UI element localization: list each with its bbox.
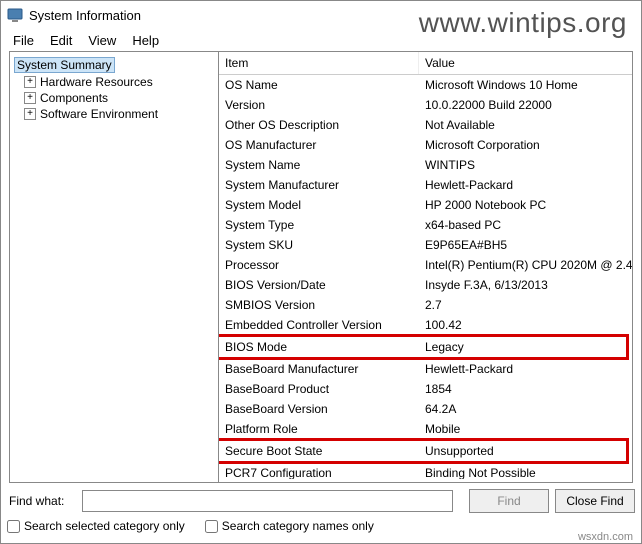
table-row[interactable]: System Typex64-based PC xyxy=(219,215,632,235)
table-row[interactable]: System ManufacturerHewlett-Packard xyxy=(219,175,632,195)
cell-item: Embedded Controller Version xyxy=(219,317,419,333)
cell-item: Platform Role xyxy=(219,421,419,437)
tree-item-hardware[interactable]: +Hardware Resources xyxy=(22,74,216,90)
cell-item: BIOS Mode xyxy=(219,339,419,355)
menu-edit[interactable]: Edit xyxy=(42,31,80,50)
cell-value: Unsupported xyxy=(419,443,620,459)
tree-root-label: System Summary xyxy=(14,57,115,73)
checkbox-names[interactable] xyxy=(205,520,218,533)
col-header-item[interactable]: Item xyxy=(219,52,419,74)
cell-item: BaseBoard Manufacturer xyxy=(219,361,419,377)
table-row[interactable]: Secure Boot StateUnsupported xyxy=(219,439,632,463)
table-row[interactable]: BIOS ModeLegacy xyxy=(219,335,632,359)
check-category-names[interactable]: Search category names only xyxy=(205,519,374,533)
table-row[interactable]: OS NameMicrosoft Windows 10 Home xyxy=(219,75,632,95)
tree-root[interactable]: System Summary xyxy=(12,56,216,74)
cell-value: Binding Not Possible xyxy=(419,465,632,479)
table-row[interactable]: PCR7 ConfigurationBinding Not Possible xyxy=(219,463,632,479)
window-title: System Information xyxy=(29,8,141,23)
tree-item-components[interactable]: +Components xyxy=(22,90,216,106)
cell-value: Not Available xyxy=(419,117,632,133)
table-row[interactable]: BaseBoard Version64.2A xyxy=(219,399,632,419)
cell-item: System Manufacturer xyxy=(219,177,419,193)
cell-value: 10.0.22000 Build 22000 xyxy=(419,97,632,113)
table-row[interactable]: System NameWINTIPS xyxy=(219,155,632,175)
table-row[interactable]: Embedded Controller Version100.42 xyxy=(219,315,632,335)
list-header: Item Value xyxy=(219,52,632,75)
table-row[interactable]: Other OS DescriptionNot Available xyxy=(219,115,632,135)
cell-value: Legacy xyxy=(419,339,620,355)
cell-value: 2.7 xyxy=(419,297,632,313)
cell-value: WINTIPS xyxy=(419,157,632,173)
table-row[interactable]: System ModelHP 2000 Notebook PC xyxy=(219,195,632,215)
cell-item: Version xyxy=(219,97,419,113)
close-find-button[interactable]: Close Find xyxy=(555,489,635,513)
cell-item: Processor xyxy=(219,257,419,273)
cell-value: Hewlett-Packard xyxy=(419,361,632,377)
cell-value: Microsoft Windows 10 Home xyxy=(419,77,632,93)
find-button[interactable]: Find xyxy=(469,489,549,513)
cell-value: HP 2000 Notebook PC xyxy=(419,197,632,213)
table-row[interactable]: ProcessorIntel(R) Pentium(R) CPU 2020M @… xyxy=(219,255,632,275)
cell-value: E9P65EA#BH5 xyxy=(419,237,632,253)
cell-item: BaseBoard Version xyxy=(219,401,419,417)
table-row[interactable]: BIOS Version/DateInsyde F.3A, 6/13/2013 xyxy=(219,275,632,295)
table-row[interactable]: BaseBoard ManufacturerHewlett-Packard xyxy=(219,359,632,379)
tree-pane: System Summary +Hardware Resources +Comp… xyxy=(9,51,219,483)
menu-help[interactable]: Help xyxy=(124,31,167,50)
menu-view[interactable]: View xyxy=(80,31,124,50)
cell-value: 64.2A xyxy=(419,401,632,417)
cell-value: Microsoft Corporation xyxy=(419,137,632,153)
cell-value: 100.42 xyxy=(419,317,632,333)
list-body[interactable]: OS NameMicrosoft Windows 10 HomeVersion1… xyxy=(219,75,632,479)
checkbox-selected[interactable] xyxy=(7,520,20,533)
main-area: System Summary +Hardware Resources +Comp… xyxy=(9,51,633,483)
cell-item: OS Name xyxy=(219,77,419,93)
check-selected-category[interactable]: Search selected category only xyxy=(7,519,185,533)
cell-value: Intel(R) Pentium(R) CPU 2020M @ 2.40GHz, xyxy=(419,257,632,273)
cell-value: Hewlett-Packard xyxy=(419,177,632,193)
table-row[interactable]: System SKUE9P65EA#BH5 xyxy=(219,235,632,255)
cell-item: PCR7 Configuration xyxy=(219,465,419,479)
cell-item: System SKU xyxy=(219,237,419,253)
cell-item: BIOS Version/Date xyxy=(219,277,419,293)
table-row[interactable]: BaseBoard Product1854 xyxy=(219,379,632,399)
cell-item: Secure Boot State xyxy=(219,443,419,459)
list-pane: Item Value OS NameMicrosoft Windows 10 H… xyxy=(219,51,633,483)
expand-icon[interactable]: + xyxy=(24,76,36,88)
expand-icon[interactable]: + xyxy=(24,108,36,120)
menu-file[interactable]: File xyxy=(5,31,42,50)
titlebar: System Information xyxy=(1,1,641,29)
cell-item: OS Manufacturer xyxy=(219,137,419,153)
cell-value: x64-based PC xyxy=(419,217,632,233)
cell-item: System Name xyxy=(219,157,419,173)
cell-value: Insyde F.3A, 6/13/2013 xyxy=(419,277,632,293)
cell-item: System Type xyxy=(219,217,419,233)
table-row[interactable]: SMBIOS Version2.7 xyxy=(219,295,632,315)
tree-item-software[interactable]: +Software Environment xyxy=(22,106,216,122)
col-header-value[interactable]: Value xyxy=(419,52,632,74)
app-icon xyxy=(7,7,23,23)
find-label: Find what: xyxy=(7,494,82,508)
cell-item: BaseBoard Product xyxy=(219,381,419,397)
cell-item: System Model xyxy=(219,197,419,213)
menubar: File Edit View Help xyxy=(1,29,641,51)
cell-value: Mobile xyxy=(419,421,632,437)
expand-icon[interactable]: + xyxy=(24,92,36,104)
table-row[interactable]: OS ManufacturerMicrosoft Corporation xyxy=(219,135,632,155)
cell-item: Other OS Description xyxy=(219,117,419,133)
find-input[interactable] xyxy=(82,490,453,512)
cell-value: 1854 xyxy=(419,381,632,397)
table-row[interactable]: Platform RoleMobile xyxy=(219,419,632,439)
cell-item: SMBIOS Version xyxy=(219,297,419,313)
table-row[interactable]: Version10.0.22000 Build 22000 xyxy=(219,95,632,115)
find-bar: Find what: Find Close Find Search select… xyxy=(7,487,635,537)
